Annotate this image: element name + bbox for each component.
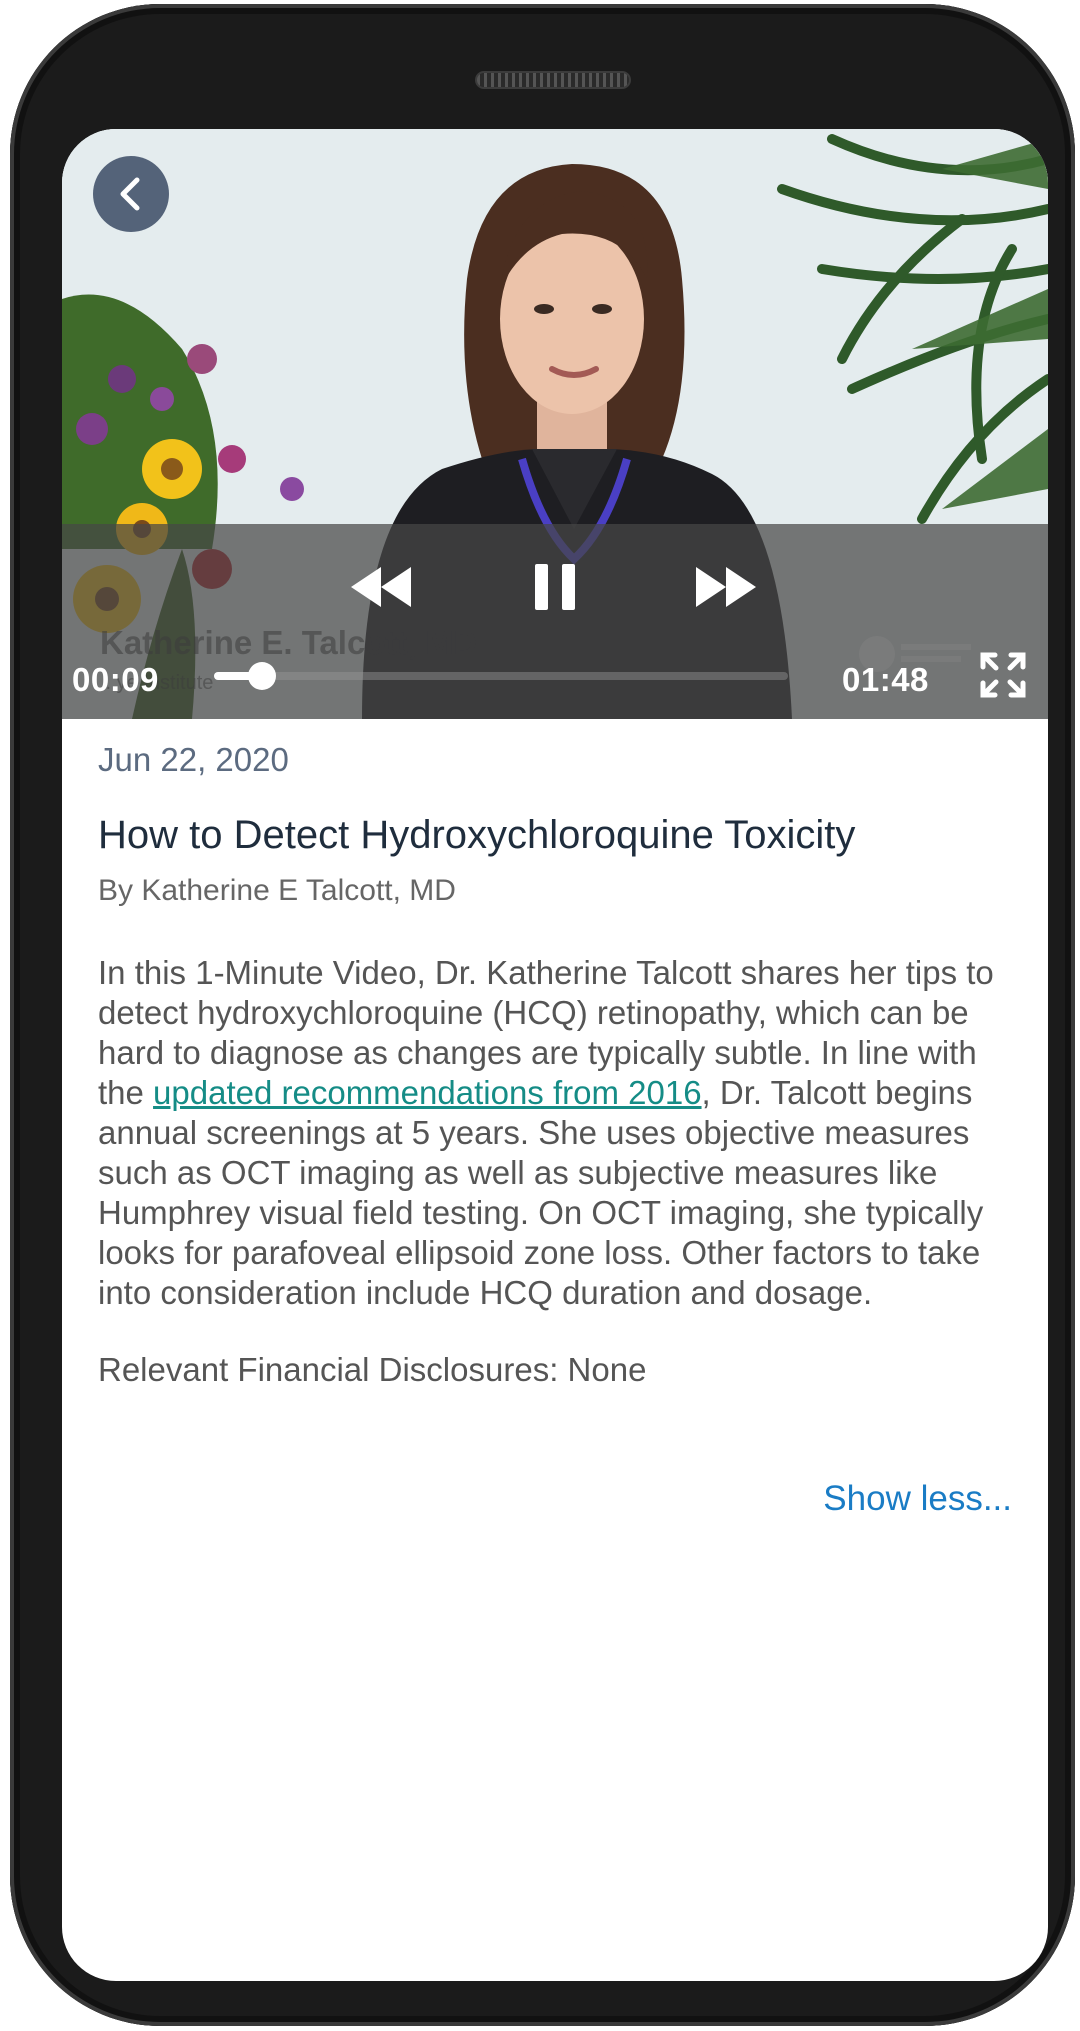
article-author: By Katherine E Talcott, MD — [98, 874, 456, 907]
recommendations-link[interactable]: updated recommendations from 2016 — [153, 1074, 702, 1111]
financial-disclosure: Relevant Financial Disclosures: None — [98, 1351, 647, 1388]
app-screen: Katherine E. Talcott, MD ...ye Institute — [62, 129, 1048, 1981]
chevron-left-icon — [120, 177, 140, 211]
seek-bar[interactable] — [214, 662, 788, 690]
publish-date: Jun 22, 2020 — [98, 741, 289, 778]
video-player[interactable]: Katherine E. Talcott, MD ...ye Institute — [62, 129, 1048, 719]
rewind-button[interactable] — [349, 565, 413, 609]
current-time: 00:09 — [72, 661, 159, 698]
back-button[interactable] — [93, 156, 169, 232]
article-title: How to Detect Hydroxychloroquine Toxicit… — [98, 813, 856, 857]
seek-thumb[interactable] — [247, 662, 276, 690]
video-lower-third-name: Katherine E. Talcott, MD — [100, 624, 478, 661]
show-less-link[interactable]: Show less... — [823, 1479, 1012, 1519]
rewind-icon — [351, 567, 411, 607]
total-duration: 01:48 — [842, 661, 929, 698]
fullscreen-button[interactable] — [979, 651, 1027, 699]
pause-button[interactable] — [532, 562, 578, 612]
article-body: In this 1-Minute Video, Dr. Katherine Ta… — [98, 953, 1028, 1313]
fast-forward-icon — [696, 567, 756, 607]
phone-frame: Katherine E. Talcott, MD ...ye Institute — [10, 4, 1075, 2026]
fullscreen-icon — [980, 652, 1026, 698]
fast-forward-button[interactable] — [694, 565, 758, 609]
pause-icon — [535, 564, 575, 610]
phone-speaker — [475, 71, 631, 89]
